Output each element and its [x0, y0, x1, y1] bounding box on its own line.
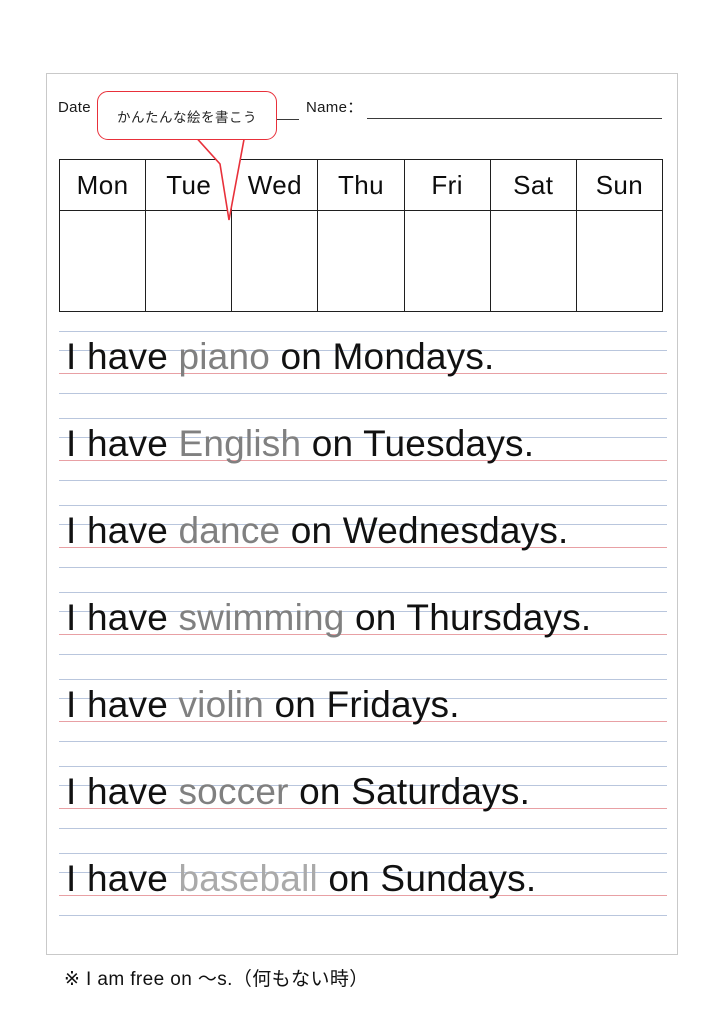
worksheet-sheet: Date Name： かんたんな絵を書こう Mon Tue Wed Thu Fr…	[46, 73, 678, 955]
weekday-header-row: Mon Tue Wed Thu Fri Sat Sun	[58, 159, 664, 211]
sentence-suffix: on Mondays.	[270, 336, 495, 377]
writing-row[interactable]: I have piano on Mondays.	[59, 329, 667, 416]
sentence-prefix: I have	[66, 858, 179, 899]
practice-sentence: I have baseball on Sundays.	[66, 846, 536, 912]
practice-sentence: I have soccer on Saturdays.	[66, 759, 530, 825]
guide-line	[59, 915, 667, 916]
drawing-cell-wed[interactable]	[231, 210, 319, 312]
sentence-suffix: on Thursdays.	[344, 597, 592, 638]
sentence-suffix: on Saturdays.	[288, 771, 531, 812]
name-label: Name：	[306, 99, 363, 116]
practice-sentence: I have English on Tuesdays.	[66, 411, 534, 477]
name-input-rule[interactable]	[367, 118, 662, 119]
sentence-subject-word: violin	[178, 684, 265, 725]
drawing-cell-sat[interactable]	[489, 210, 577, 312]
sentence-prefix: I have	[66, 597, 179, 638]
sentence-subject-word: soccer	[178, 771, 289, 812]
guide-line	[59, 567, 667, 568]
sentence-subject-word: English	[178, 423, 302, 464]
writing-row[interactable]: I have dance on Wednesdays.	[59, 503, 667, 590]
drawing-cell-fri[interactable]	[403, 210, 491, 312]
practice-sentence: I have piano on Mondays.	[66, 324, 495, 390]
writing-row[interactable]: I have violin on Fridays.	[59, 677, 667, 764]
drawing-cell-tue[interactable]	[145, 210, 233, 312]
instruction-callout-text: かんたんな絵を書こう	[117, 109, 257, 125]
date-label: Date	[58, 99, 91, 116]
speech-bubble-tail-icon	[191, 128, 247, 221]
writing-row[interactable]: I have English on Tuesdays.	[59, 416, 667, 503]
writing-practice-block: I have piano on Mondays. I have English o…	[59, 329, 667, 938]
sentence-subject-word: baseball	[178, 858, 318, 899]
footer-note: ※ I am free on 〜s.（何もない時）	[64, 969, 369, 990]
weekday-header-sat: Sat	[489, 159, 577, 211]
weekday-drawing-row	[58, 210, 664, 312]
writing-row[interactable]: I have baseball on Sundays.	[59, 851, 667, 938]
weekday-header-thu: Thu	[317, 159, 405, 211]
guide-line	[59, 480, 667, 481]
sentence-prefix: I have	[66, 510, 179, 551]
drawing-cell-sun[interactable]	[575, 210, 664, 312]
guide-line	[59, 828, 667, 829]
drawing-cell-mon[interactable]	[58, 210, 147, 312]
sentence-prefix: I have	[66, 336, 179, 377]
practice-sentence: I have violin on Fridays.	[66, 672, 460, 738]
sentence-suffix: on Sundays.	[317, 858, 537, 899]
guide-line	[59, 393, 667, 394]
sentence-suffix: on Wednesdays.	[280, 510, 569, 551]
sentence-prefix: I have	[66, 771, 179, 812]
practice-sentence: I have dance on Wednesdays.	[66, 498, 569, 564]
weekday-header-sun: Sun	[575, 159, 664, 211]
sentence-suffix: on Fridays.	[264, 684, 460, 725]
writing-row[interactable]: I have swimming on Thursdays.	[59, 590, 667, 677]
sentence-prefix: I have	[66, 684, 179, 725]
writing-row[interactable]: I have soccer on Saturdays.	[59, 764, 667, 851]
sentence-prefix: I have	[66, 423, 179, 464]
header-row: Date Name： かんたんな絵を書こう	[47, 74, 679, 221]
practice-sentence: I have swimming on Thursdays.	[66, 585, 591, 651]
weekday-header-fri: Fri	[403, 159, 491, 211]
instruction-callout: かんたんな絵を書こう	[97, 91, 277, 140]
sentence-subject-word: piano	[178, 336, 271, 377]
weekday-drawing-table: Mon Tue Wed Thu Fri Sat Sun	[58, 159, 664, 312]
sentence-subject-word: dance	[178, 510, 281, 551]
sentence-suffix: on Tuesdays.	[301, 423, 535, 464]
guide-line	[59, 741, 667, 742]
sentence-subject-word: swimming	[178, 597, 345, 638]
weekday-header-mon: Mon	[58, 159, 147, 211]
guide-line	[59, 654, 667, 655]
drawing-cell-thu[interactable]	[317, 210, 405, 312]
